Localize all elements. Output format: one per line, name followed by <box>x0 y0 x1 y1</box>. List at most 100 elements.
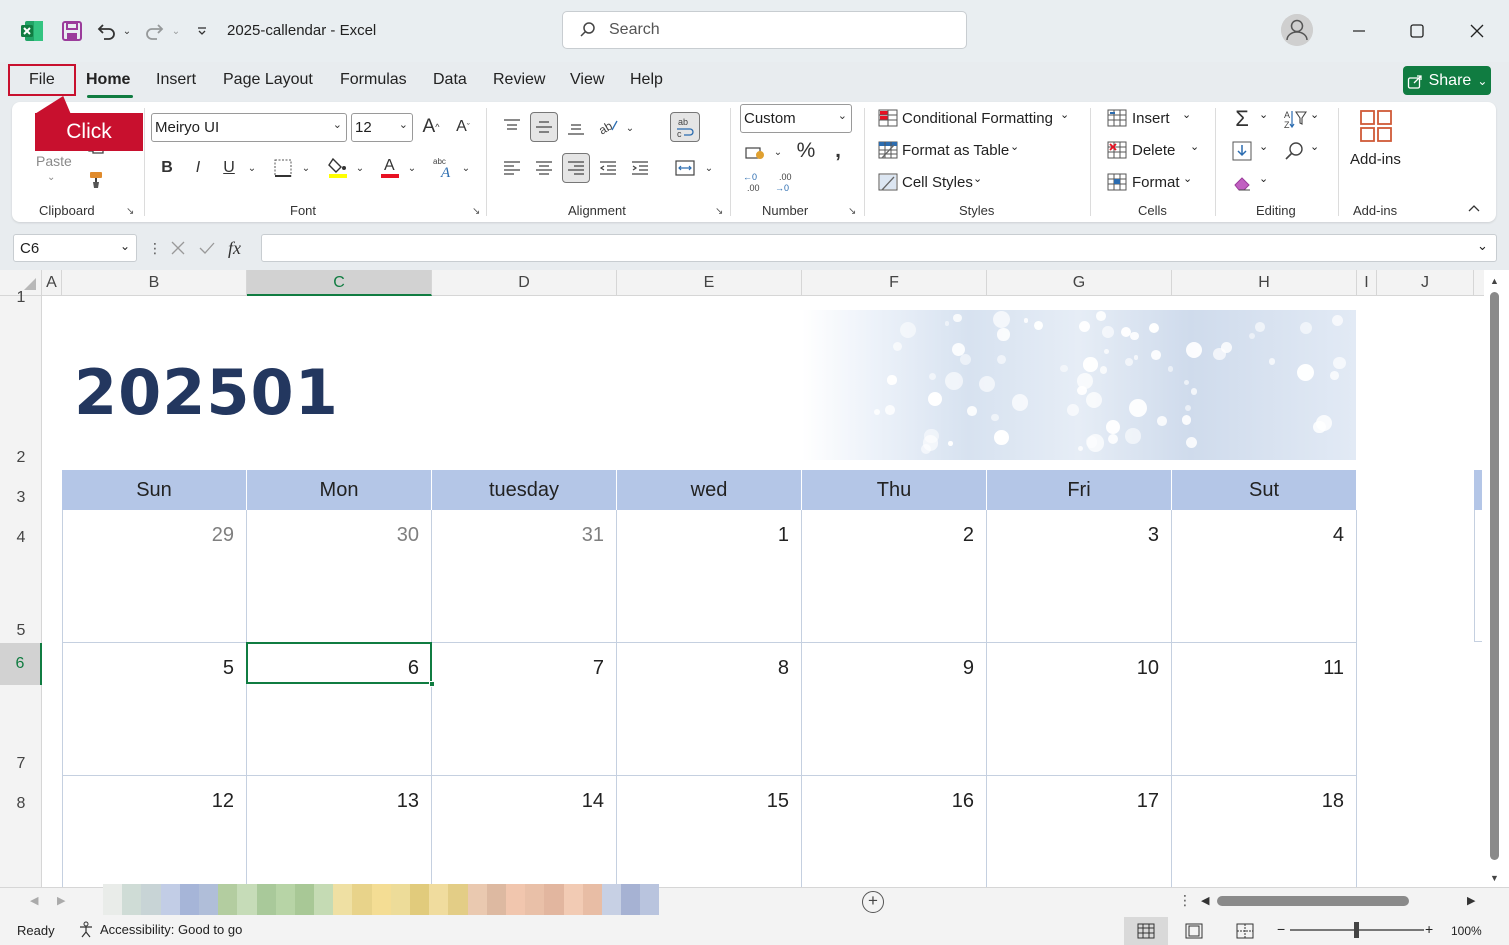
increase-indent-icon[interactable] <box>628 156 652 180</box>
new-sheet-icon[interactable]: + <box>862 891 884 913</box>
row-header-1[interactable]: 1 <box>0 290 42 306</box>
day-cell[interactable]: 4 <box>1172 510 1357 643</box>
align-left-icon[interactable] <box>500 156 524 180</box>
font-color-icon[interactable]: A <box>378 154 402 180</box>
vertical-scroll-thumb[interactable] <box>1490 292 1499 860</box>
cell-styles-icon[interactable] <box>876 171 900 193</box>
page-layout-view-icon[interactable] <box>1185 923 1203 942</box>
horizontal-scroll-thumb[interactable] <box>1217 896 1409 906</box>
collapse-ribbon-icon[interactable] <box>1466 200 1482 216</box>
customize-toolbar-icon[interactable] <box>194 17 210 45</box>
conditional-formatting-icon[interactable] <box>876 107 900 129</box>
paste-button[interactable]: Paste <box>36 153 72 169</box>
day-cell[interactable]: 18 <box>1172 776 1357 887</box>
sheet-tab[interactable] <box>621 884 641 915</box>
column-header-e[interactable]: E <box>617 270 802 296</box>
weekday-header[interactable]: Fri <box>987 470 1172 510</box>
page-break-preview-icon[interactable] <box>1236 923 1254 942</box>
insert-cells-dropdown-icon[interactable]: ⌄ <box>1182 108 1191 121</box>
autosum-dropdown-icon[interactable]: ⌄ <box>1259 108 1268 121</box>
redo-icon[interactable] <box>143 17 167 45</box>
day-cell[interactable]: 2 <box>802 510 987 643</box>
clipboard-launcher-icon[interactable]: ↘ <box>126 206 134 217</box>
next-sheet-icon[interactable]: ▶ <box>57 894 65 907</box>
delete-cells-icon[interactable] <box>1105 139 1129 161</box>
day-cell[interactable]: 3 <box>987 510 1172 643</box>
day-cell[interactable]: 15 <box>617 776 802 887</box>
sort-filter-icon[interactable]: AZ <box>1282 107 1308 131</box>
weekday-header[interactable]: Mon <box>247 470 432 510</box>
column-header-d[interactable]: D <box>432 270 617 296</box>
sheet-tab[interactable] <box>122 884 142 915</box>
conditional-formatting-dropdown-icon[interactable]: ⌄ <box>1060 108 1069 121</box>
middle-align-icon[interactable] <box>530 112 558 142</box>
cell-styles-button[interactable]: Cell Styles <box>902 174 973 191</box>
account-avatar[interactable] <box>1281 14 1313 46</box>
previous-sheet-icon[interactable]: ◀ <box>30 894 38 907</box>
sheet-tabs-pixelated[interactable] <box>103 884 660 915</box>
format-as-table-dropdown-icon[interactable]: ⌄ <box>1010 140 1019 153</box>
bold-icon[interactable]: B <box>157 156 177 180</box>
cell-styles-dropdown-icon[interactable]: ⌄ <box>973 172 982 185</box>
tab-data[interactable]: Data <box>433 71 467 89</box>
weekday-header[interactable]: Thu <box>802 470 987 510</box>
number-format-select[interactable]: Custom ⌄ <box>740 104 852 133</box>
day-cell[interactable]: 14 <box>432 776 617 887</box>
row-header-6[interactable]: 6 <box>0 643 42 685</box>
tab-formulas[interactable]: Formulas <box>340 71 407 89</box>
column-header-b[interactable]: B <box>62 270 247 296</box>
day-cell[interactable]: 9 <box>802 643 987 776</box>
tab-insert[interactable]: Insert <box>156 71 196 89</box>
share-button[interactable]: Share ⌄ <box>1403 66 1491 95</box>
zoom-in-icon[interactable]: + <box>1425 921 1433 937</box>
format-as-table-icon[interactable] <box>876 139 900 161</box>
format-cells-button[interactable]: Format <box>1132 174 1180 191</box>
alignment-launcher-icon[interactable]: ↘ <box>715 206 723 217</box>
borders-icon[interactable] <box>272 156 294 180</box>
format-cells-dropdown-icon[interactable]: ⌄ <box>1183 172 1192 185</box>
day-cell[interactable]: 29 <box>62 510 247 643</box>
day-cell[interactable]: 1 <box>617 510 802 643</box>
format-painter-icon[interactable] <box>84 168 108 192</box>
add-ins-icon[interactable] <box>1358 108 1394 144</box>
fill-dropdown-icon[interactable]: ⌄ <box>1259 140 1268 153</box>
merge-dropdown-icon[interactable]: ⌄ <box>702 156 716 180</box>
sort-filter-dropdown-icon[interactable]: ⌄ <box>1310 108 1319 121</box>
sheet-tab[interactable] <box>640 884 660 915</box>
increase-font-size-icon[interactable]: A ^ <box>418 115 444 139</box>
format-cells-icon[interactable] <box>1105 171 1129 193</box>
scroll-up-icon[interactable]: ▲ <box>1490 276 1499 286</box>
row-header-4[interactable]: 4 <box>0 526 42 550</box>
sheet-tab[interactable] <box>486 884 506 915</box>
conditional-formatting-button[interactable]: Conditional Formatting <box>902 110 1053 127</box>
clear-dropdown-icon[interactable]: ⌄ <box>1259 172 1268 185</box>
sheet-tab[interactable] <box>237 884 257 915</box>
paste-dropdown-icon[interactable]: ⌄ <box>47 172 55 183</box>
font-color-dropdown-icon[interactable]: ⌄ <box>405 156 419 180</box>
save-icon[interactable] <box>60 17 84 45</box>
maximize-icon[interactable] <box>1402 16 1432 46</box>
day-cell[interactable]: 5 <box>62 643 247 776</box>
undo-dropdown-icon[interactable]: ⌄ <box>120 17 134 45</box>
column-header-h[interactable]: H <box>1172 270 1357 296</box>
sheet-tab[interactable] <box>352 884 372 915</box>
orientation-icon[interactable]: ab <box>596 114 620 138</box>
sheet-tab[interactable] <box>256 884 276 915</box>
sheet-tab[interactable] <box>390 884 410 915</box>
day-cell[interactable]: 13 <box>247 776 432 887</box>
phonetic-dropdown-icon[interactable]: ⌄ <box>459 156 473 180</box>
fill-color-icon[interactable] <box>326 154 350 180</box>
decrease-font-size-icon[interactable]: Aˇ <box>450 115 476 139</box>
add-ins-button[interactable]: Add-ins <box>1350 151 1401 168</box>
number-launcher-icon[interactable]: ↘ <box>848 206 856 217</box>
scroll-left-icon[interactable]: ◀ <box>1201 894 1209 907</box>
column-header-f[interactable]: F <box>802 270 987 296</box>
column-header-i[interactable]: I <box>1357 270 1377 296</box>
day-cell[interactable]: 8 <box>617 643 802 776</box>
borders-dropdown-icon[interactable]: ⌄ <box>299 156 313 180</box>
weekday-header[interactable]: tuesday <box>432 470 617 510</box>
clear-icon[interactable] <box>1230 171 1254 195</box>
autosum-icon[interactable]: Σ <box>1230 106 1254 131</box>
weekday-header[interactable]: Sut <box>1172 470 1357 510</box>
day-cell[interactable]: 11 <box>1172 643 1357 776</box>
